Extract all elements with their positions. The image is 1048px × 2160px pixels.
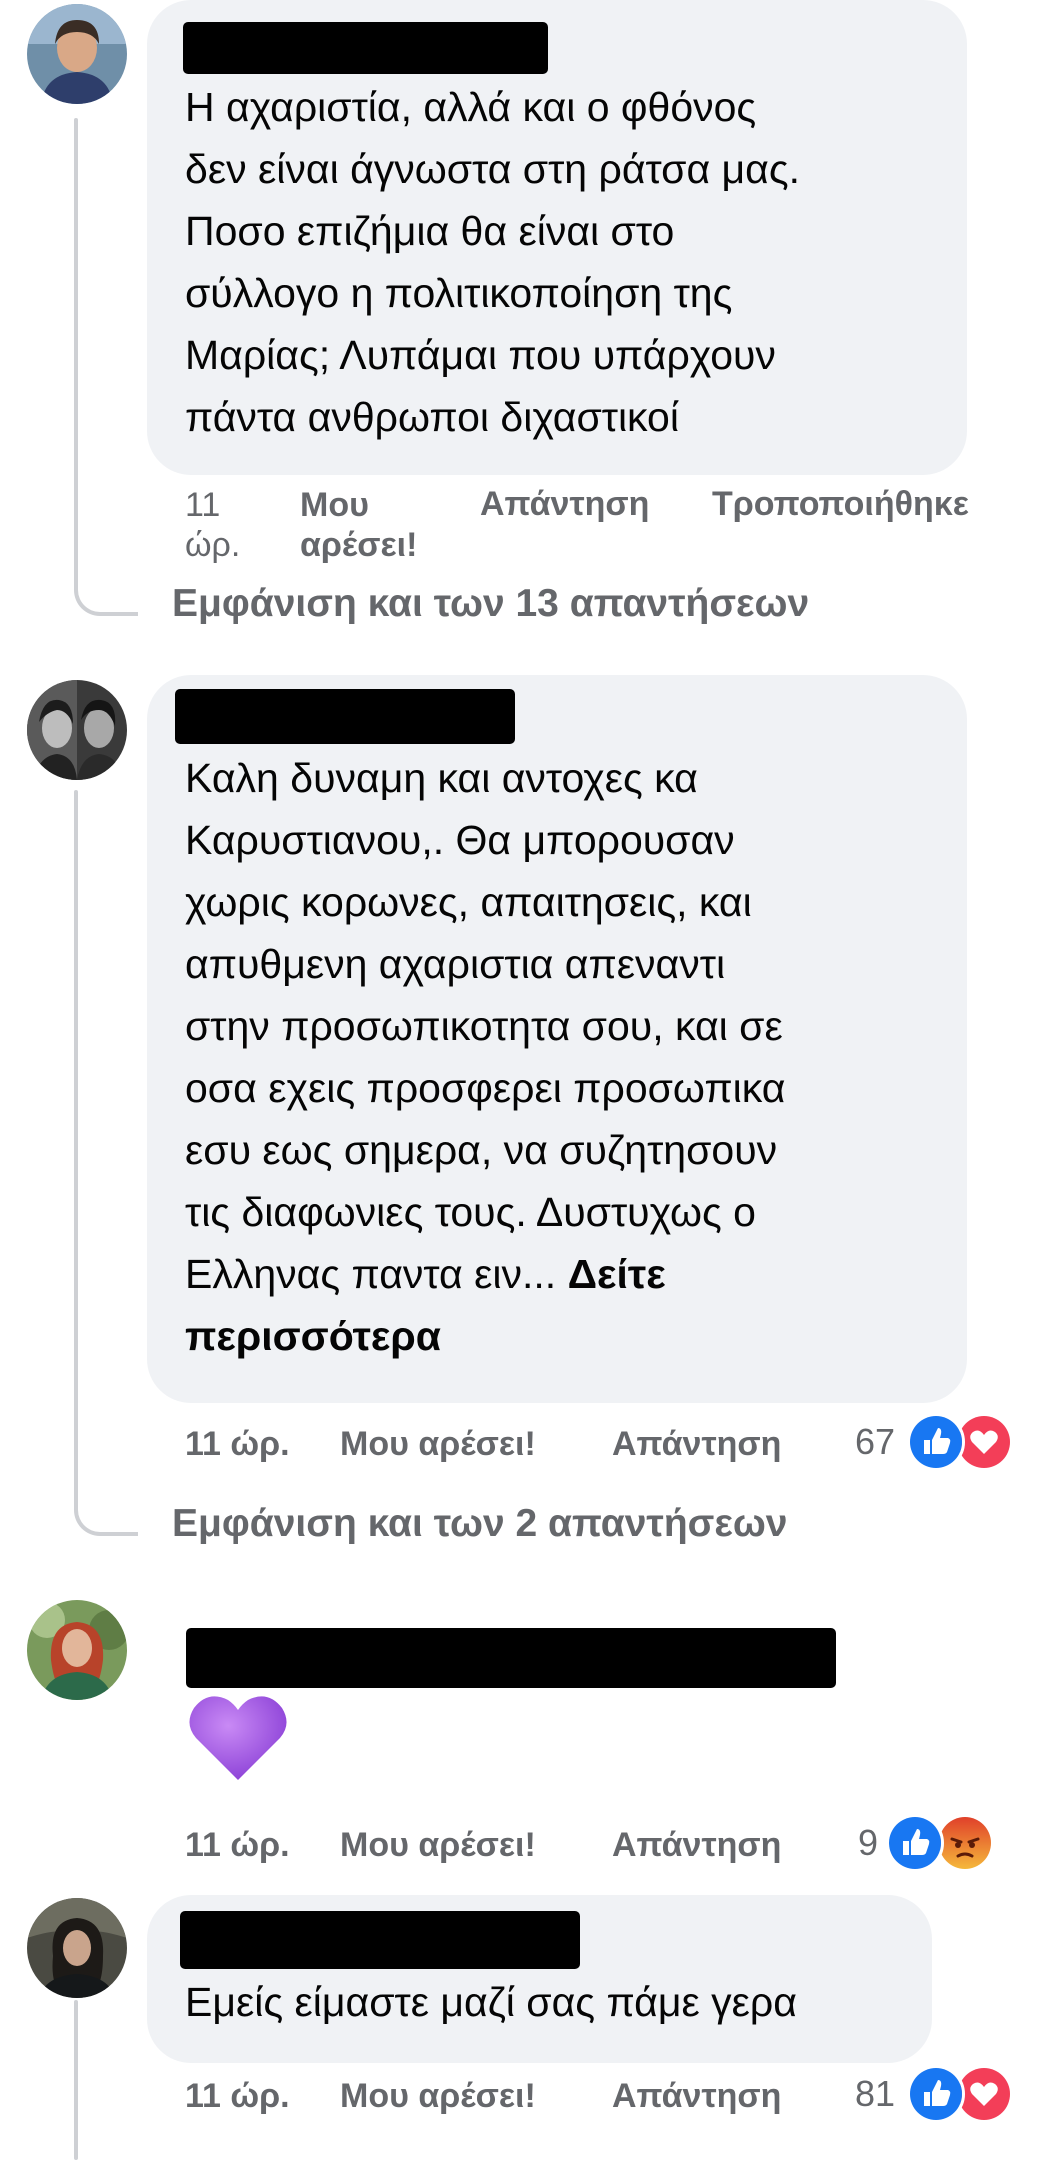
reply-button[interactable]: Απάντηση <box>480 485 649 524</box>
view-replies-link[interactable]: Εμφάνιση και των 13 απαντήσεων <box>172 582 809 626</box>
avatar[interactable] <box>27 680 127 780</box>
thread-line <box>74 2000 78 2160</box>
redacted-author-name[interactable] <box>186 1628 836 1688</box>
reaction-count: 81 <box>855 2073 896 2114</box>
avatar-image <box>27 4 127 104</box>
like-label-line2: αρέσει! <box>300 526 418 564</box>
avatar-image <box>27 680 127 780</box>
angry-icon <box>936 1814 994 1872</box>
timestamp-value: 11 <box>185 486 221 524</box>
avatar[interactable] <box>27 1898 127 1998</box>
timestamp-unit: ώρ. <box>185 526 241 564</box>
like-label-line1: Μου <box>300 486 369 524</box>
edited-label[interactable]: Τροποποιήθηκε <box>712 485 969 524</box>
avatar-image <box>27 1600 127 1700</box>
purple-heart-emoji <box>186 1690 290 1782</box>
reaction-count: 9 <box>858 1822 879 1863</box>
see-more-label-1: Δείτε <box>567 1251 666 1297</box>
comment-text: Καλη δυναμη και αντοχες κα Καρυστιανου,.… <box>185 747 955 1367</box>
reply-button[interactable]: Απάντηση <box>612 1425 781 1464</box>
comment-timestamp[interactable]: 11 ώρ. <box>185 1826 290 1865</box>
like-button[interactable]: Μου αρέσει! <box>340 2077 536 2116</box>
see-more-label-2: περισσότερα <box>185 1313 441 1359</box>
view-replies-link[interactable]: Εμφάνιση και των 2 απαντήσεων <box>172 1502 788 1546</box>
comment-timestamp[interactable]: 11 ώρ. <box>185 2077 290 2116</box>
redacted-author-name[interactable] <box>180 1911 580 1969</box>
comment-bubble: Καλη δυναμη και αντοχες κα Καρυστιανου,.… <box>147 675 967 1403</box>
reply-button[interactable]: Απάντηση <box>612 1826 781 1865</box>
comment-text: Εμείς είμαστε μαζί σας πάμε γερα <box>185 1979 797 2025</box>
redacted-author-name[interactable] <box>175 689 515 744</box>
comment-timestamp[interactable]: 11 ώρ. <box>185 485 240 565</box>
like-icon <box>907 2065 965 2123</box>
reaction-summary[interactable]: 9 <box>858 1814 1018 1872</box>
like-button[interactable]: Μου αρέσει! <box>300 485 417 565</box>
like-icon <box>907 1413 965 1471</box>
comment-text: Η αχαριστία, αλλά και ο φθόνος δεν είναι… <box>185 84 801 440</box>
like-icon <box>886 1814 944 1872</box>
avatar[interactable] <box>27 1600 127 1700</box>
reaction-summary[interactable]: 67 <box>855 1413 1015 1471</box>
reaction-count: 67 <box>855 1421 896 1462</box>
reaction-summary[interactable]: 81 <box>855 2065 1015 2123</box>
comment-bubble: Η αχαριστία, αλλά και ο φθόνος δεν είναι… <box>147 0 967 475</box>
like-button[interactable]: Μου αρέσει! <box>340 1826 536 1865</box>
avatar-image <box>27 1898 127 1998</box>
thread-line <box>74 790 78 1510</box>
like-button[interactable]: Μου αρέσει! <box>340 1425 536 1464</box>
redacted-author-name[interactable] <box>183 22 548 74</box>
avatar[interactable] <box>27 4 127 104</box>
thread-curve <box>74 1502 138 1536</box>
thread-curve <box>74 582 138 616</box>
comment-bubble: Εμείς είμαστε μαζί σας πάμε γερα <box>147 1895 932 2063</box>
thread-line <box>74 118 78 588</box>
comment-body: Καλη δυναμη και αντοχες κα Καρυστιανου,.… <box>185 755 786 1297</box>
reply-button[interactable]: Απάντηση <box>612 2077 781 2116</box>
comment-timestamp[interactable]: 11 ώρ. <box>185 1425 290 1464</box>
